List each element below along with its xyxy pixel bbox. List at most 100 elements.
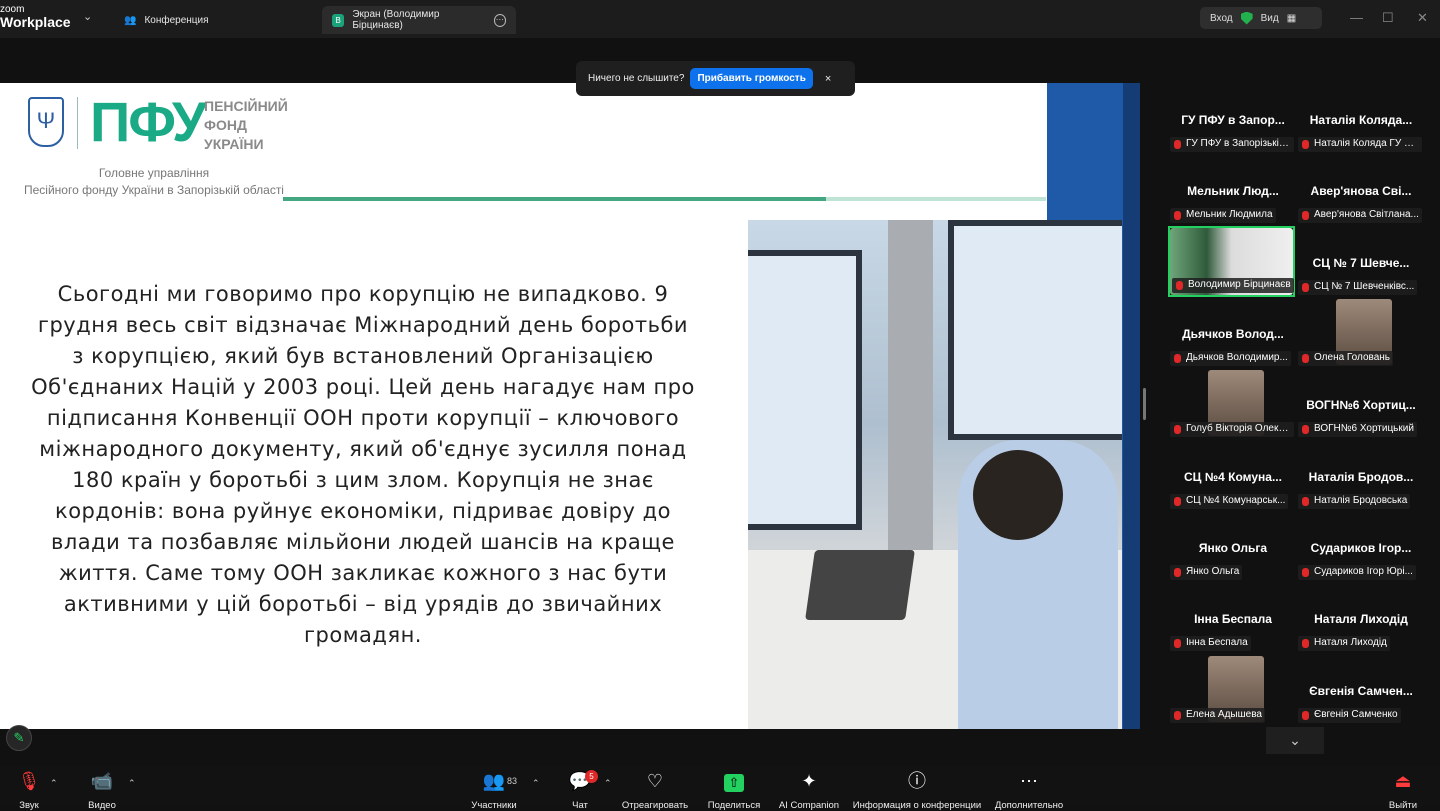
trident-icon: Ψ (28, 97, 64, 147)
participant-tile[interactable]: Судариков Ігор... Судариков Ігор Юрі... (1296, 511, 1423, 582)
audio-options-chevron-icon[interactable]: ⌃ (50, 778, 58, 789)
grid-icon[interactable]: ▦ (1287, 13, 1296, 24)
participant-tile[interactable]: Наталя Лиходід Наталя Лиходід (1296, 582, 1423, 653)
shield-icon[interactable] (1240, 11, 1253, 25)
participant-tile[interactable]: Інна Беспала Інна Беспала (1168, 582, 1295, 653)
participant-name: Авер'янова Сві... (1310, 184, 1412, 198)
video-button[interactable]: 📹 Видео (86, 770, 118, 811)
react-button[interactable]: ♡ Отреагировать (620, 770, 690, 811)
participant-tile[interactable]: СЦ № 7 Шевче... СЦ № 7 Шевченківс... (1296, 226, 1423, 297)
video-options-chevron-icon[interactable]: ⌃ (128, 778, 136, 789)
zoom-logo[interactable]: zoom Workplace (0, 5, 80, 33)
chevron-down-icon[interactable]: ⌄ (83, 10, 92, 23)
chat-badge: 5 (585, 770, 598, 783)
participant-name: Наталя Лиходід (1314, 612, 1408, 626)
screen-icon: В (332, 13, 345, 27)
mic-muted-icon: 🎙 (17, 771, 41, 791)
participant-name: Дьячков Волод... (1182, 327, 1284, 341)
view-controls: Вход Вид ▦ (1200, 7, 1322, 29)
participant-tile[interactable]: Наталія Бродов... Наталія Бродовська (1296, 440, 1423, 511)
participant-label: Елена Адышева (1170, 708, 1265, 723)
participant-name: СЦ № 7 Шевче... (1312, 256, 1410, 270)
participant-label: ВОГН№6 Хортицький (1298, 422, 1417, 437)
participant-label: Голуб Вікторія Олекс... (1170, 422, 1294, 437)
participant-label: Наталія Бродовська (1298, 494, 1411, 509)
participant-label: Євгенія Самченко (1298, 708, 1401, 723)
participant-tile[interactable]: Наталія Коляда... Наталія Коляда ГУ П... (1296, 83, 1423, 154)
participant-label: Янко Ольга (1170, 565, 1243, 580)
participants-count: 83 (507, 776, 518, 786)
more-icon: ⋯ (1020, 771, 1038, 791)
share-button[interactable]: ⇧ Поделиться (705, 770, 763, 811)
participant-tile[interactable]: ГУ ПФУ в Запор... ГУ ПФУ в Запорізькій ..… (1168, 83, 1295, 154)
participant-label: Олена Головань (1298, 351, 1394, 366)
panel-resize-handle[interactable] (1143, 388, 1146, 420)
participant-label: СЦ № 7 Шевченківс... (1298, 280, 1418, 295)
leave-button[interactable]: ⏏ Выйти (1386, 770, 1420, 811)
scroll-down-button[interactable]: ⌄ (1266, 727, 1324, 754)
participant-label: Дьячков Володимир... (1170, 351, 1291, 366)
audio-button[interactable]: 🎙 Звук (14, 770, 44, 811)
participant-tile[interactable]: СЦ №4 Комуна... СЦ №4 Комунарськ... (1168, 440, 1295, 511)
sparkle-icon: ✦ (801, 771, 817, 791)
participant-name: Судариков Ігор... (1310, 541, 1412, 555)
participant-name: ВОГН№6 Хортиц... (1306, 398, 1416, 412)
participant-label: ГУ ПФУ в Запорізькій ... (1170, 137, 1294, 152)
meeting-toolbar: 🎙 Звук ⌃ 📹 Видео ⌃ 👥 Участники 83 ⌃ 💬 Ча… (0, 766, 1440, 811)
volume-notice: Ничего не слышите? Прибавить громкость × (576, 61, 855, 96)
pfu-side-line: ФОНД (204, 117, 247, 133)
participant-tile[interactable]: Елена Адышева (1168, 654, 1295, 725)
tab-conference-label: Конференция (144, 14, 209, 26)
slide-body-text: Сьогодні ми говоримо про корупцію не вип… (31, 282, 695, 647)
org-line: Пеcійного фонду України в Запорізькій об… (24, 183, 284, 197)
participant-tile[interactable]: Володимир Бірцинаєв (1168, 226, 1295, 297)
logo-bottom-text: Workplace (0, 14, 71, 30)
participant-name: Інна Беспала (1194, 612, 1272, 626)
participant-label: СЦ №4 Комунарськ... (1170, 494, 1289, 509)
participant-label: Авер'янова Світлана... (1298, 208, 1422, 223)
participants-options-chevron-icon[interactable]: ⌃ (532, 778, 540, 789)
participant-tile[interactable]: Мельник Люд... Мельник Людмила (1168, 154, 1295, 225)
more-button[interactable]: ⋯ Дополнительно (993, 770, 1065, 811)
ai-companion-button[interactable]: ✦ AI Companion (777, 770, 841, 811)
participant-name: Янко Ольга (1198, 541, 1268, 555)
participant-label: Володимир Бірцинаєв (1172, 278, 1294, 293)
share-screen-icon: ⇧ (724, 774, 744, 792)
pfu-logo-side: ПЕНСІЙНИЙ ФОНД УКРАЇНИ (204, 97, 288, 154)
participant-tile[interactable]: Дьячков Волод... Дьячков Володимир... (1168, 297, 1295, 368)
participant-name: Наталія Коляда... (1309, 113, 1413, 127)
participant-tile[interactable]: ВОГН№6 Хортиц... ВОГН№6 Хортицький (1296, 368, 1423, 439)
participant-tile[interactable]: Янко Ольга Янко Ольга (1168, 511, 1295, 582)
heart-icon: ♡ (646, 771, 664, 791)
more-icon[interactable]: ··· (493, 13, 506, 27)
participant-name: Євгенія Самчен... (1309, 684, 1413, 698)
green-line-light (826, 197, 1046, 201)
camera-off-icon: 📹 (90, 771, 114, 791)
divider (77, 97, 78, 149)
meeting-info-button[interactable]: ⓘ Информация о конференции (851, 770, 983, 811)
maximize-icon[interactable]: ☐ (1382, 10, 1394, 26)
annotate-icon[interactable]: ✎ (6, 725, 32, 751)
participant-name: ГУ ПФУ в Запор... (1181, 113, 1285, 127)
participant-tile[interactable]: Євгенія Самчен... Євгенія Самченко (1296, 654, 1423, 725)
participant-label: Наталія Коляда ГУ П... (1298, 137, 1422, 152)
chat-options-chevron-icon[interactable]: ⌃ (604, 778, 612, 789)
tab-screen-label: Экран (Володимир Бірцинаєв) (352, 9, 440, 31)
minimize-icon[interactable]: — (1350, 10, 1363, 25)
participant-name: СЦ №4 Комуна... (1184, 470, 1282, 484)
office-photo (748, 220, 1122, 729)
pfu-side-line: УКРАЇНИ (204, 136, 264, 152)
close-icon[interactable]: ✕ (1417, 10, 1428, 26)
close-notice-icon[interactable]: × (825, 73, 831, 85)
participant-name: Мельник Люд... (1187, 184, 1279, 198)
participant-label: Судариков Ігор Юрі... (1298, 565, 1416, 580)
tab-conference[interactable]: 👥 Конференция (114, 6, 304, 34)
view-button[interactable]: Вид (1261, 13, 1279, 24)
tab-screen-share[interactable]: В Экран (Володимир Бірцинаєв) ··· (322, 6, 516, 34)
participant-tile[interactable]: Олена Головань (1296, 297, 1423, 368)
participant-tile[interactable]: Голуб Вікторія Олекс... (1168, 368, 1295, 439)
participant-tile[interactable]: Авер'янова Сві... Авер'янова Світлана... (1296, 154, 1423, 225)
signin-button[interactable]: Вход (1210, 13, 1233, 24)
increase-volume-button[interactable]: Прибавить громкость (690, 68, 813, 89)
title-bar: zoom Workplace ⌄ 👥 Конференция В Экран (… (0, 0, 1440, 38)
